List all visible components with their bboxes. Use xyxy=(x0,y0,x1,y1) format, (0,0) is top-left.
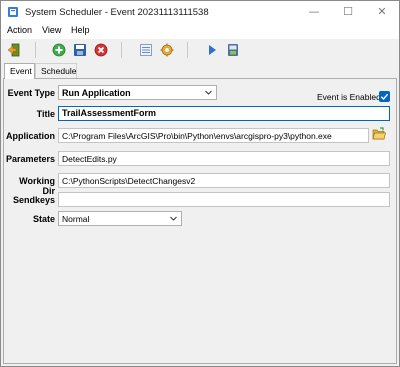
scheduler-window: System Scheduler - Event 20231113111538 … xyxy=(0,0,400,367)
checkmark-icon xyxy=(380,93,389,101)
state-select[interactable]: Normal xyxy=(58,211,182,226)
menu-action[interactable]: Action xyxy=(7,25,32,35)
event-type-label: Event Type xyxy=(7,88,55,98)
add-icon[interactable] xyxy=(52,43,66,57)
event-enabled-label: Event is Enabled xyxy=(317,92,381,102)
chevron-down-icon xyxy=(205,90,212,95)
run-icon[interactable] xyxy=(205,43,219,57)
chevron-down-icon xyxy=(170,216,177,221)
event-type-select[interactable]: Run Application xyxy=(58,85,217,100)
window-title: System Scheduler - Event 20231113111538 xyxy=(25,7,209,18)
parameters-label: Parameters xyxy=(5,154,55,164)
working-dir-input[interactable]: C:\PythonScripts\DetectChangesv2 xyxy=(58,173,390,188)
sendkeys-input[interactable] xyxy=(58,192,390,207)
working-dir-label: Working Dir xyxy=(19,176,55,196)
sendkeys-label: Sendkeys xyxy=(12,195,55,205)
delete-icon[interactable] xyxy=(94,43,108,57)
maximize-button[interactable]: ☐ xyxy=(331,3,365,21)
exit-icon[interactable] xyxy=(7,43,21,57)
event-type-value: Run Application xyxy=(62,88,131,98)
import-icon[interactable] xyxy=(226,43,240,57)
tab-event[interactable]: Event xyxy=(4,63,35,79)
menu-help[interactable]: Help xyxy=(71,25,90,35)
toolbar-separator xyxy=(121,42,122,58)
menu-view[interactable]: View xyxy=(42,25,61,35)
toolbar xyxy=(1,39,399,61)
application-input[interactable]: C:\Program Files\ArcGIS\Pro\bin\Python\e… xyxy=(58,128,369,143)
tab-bar: Event Schedule xyxy=(1,63,399,79)
minimize-button[interactable]: — xyxy=(297,3,331,21)
toolbar-separator xyxy=(187,42,188,58)
folder-open-icon[interactable] xyxy=(372,127,386,140)
title-input[interactable]: TrailAssessmentForm xyxy=(58,106,390,121)
list-icon[interactable] xyxy=(139,43,153,57)
tab-schedule[interactable]: Schedule xyxy=(35,63,77,78)
title-label: Title xyxy=(36,109,55,119)
state-value: Normal xyxy=(62,214,90,224)
close-button[interactable]: ✕ xyxy=(365,3,399,21)
title-bar: System Scheduler - Event 20231113111538 … xyxy=(1,1,399,23)
menu-bar: Action View Help xyxy=(1,23,399,39)
application-label: Application xyxy=(6,131,55,141)
save-icon[interactable] xyxy=(73,43,87,57)
event-enabled-checkbox[interactable] xyxy=(379,91,390,102)
app-icon xyxy=(8,7,18,17)
parameters-input[interactable]: DetectEdits.py xyxy=(58,151,390,166)
settings-icon[interactable] xyxy=(160,43,174,57)
toolbar-separator xyxy=(35,42,36,58)
state-label: State xyxy=(32,214,55,224)
